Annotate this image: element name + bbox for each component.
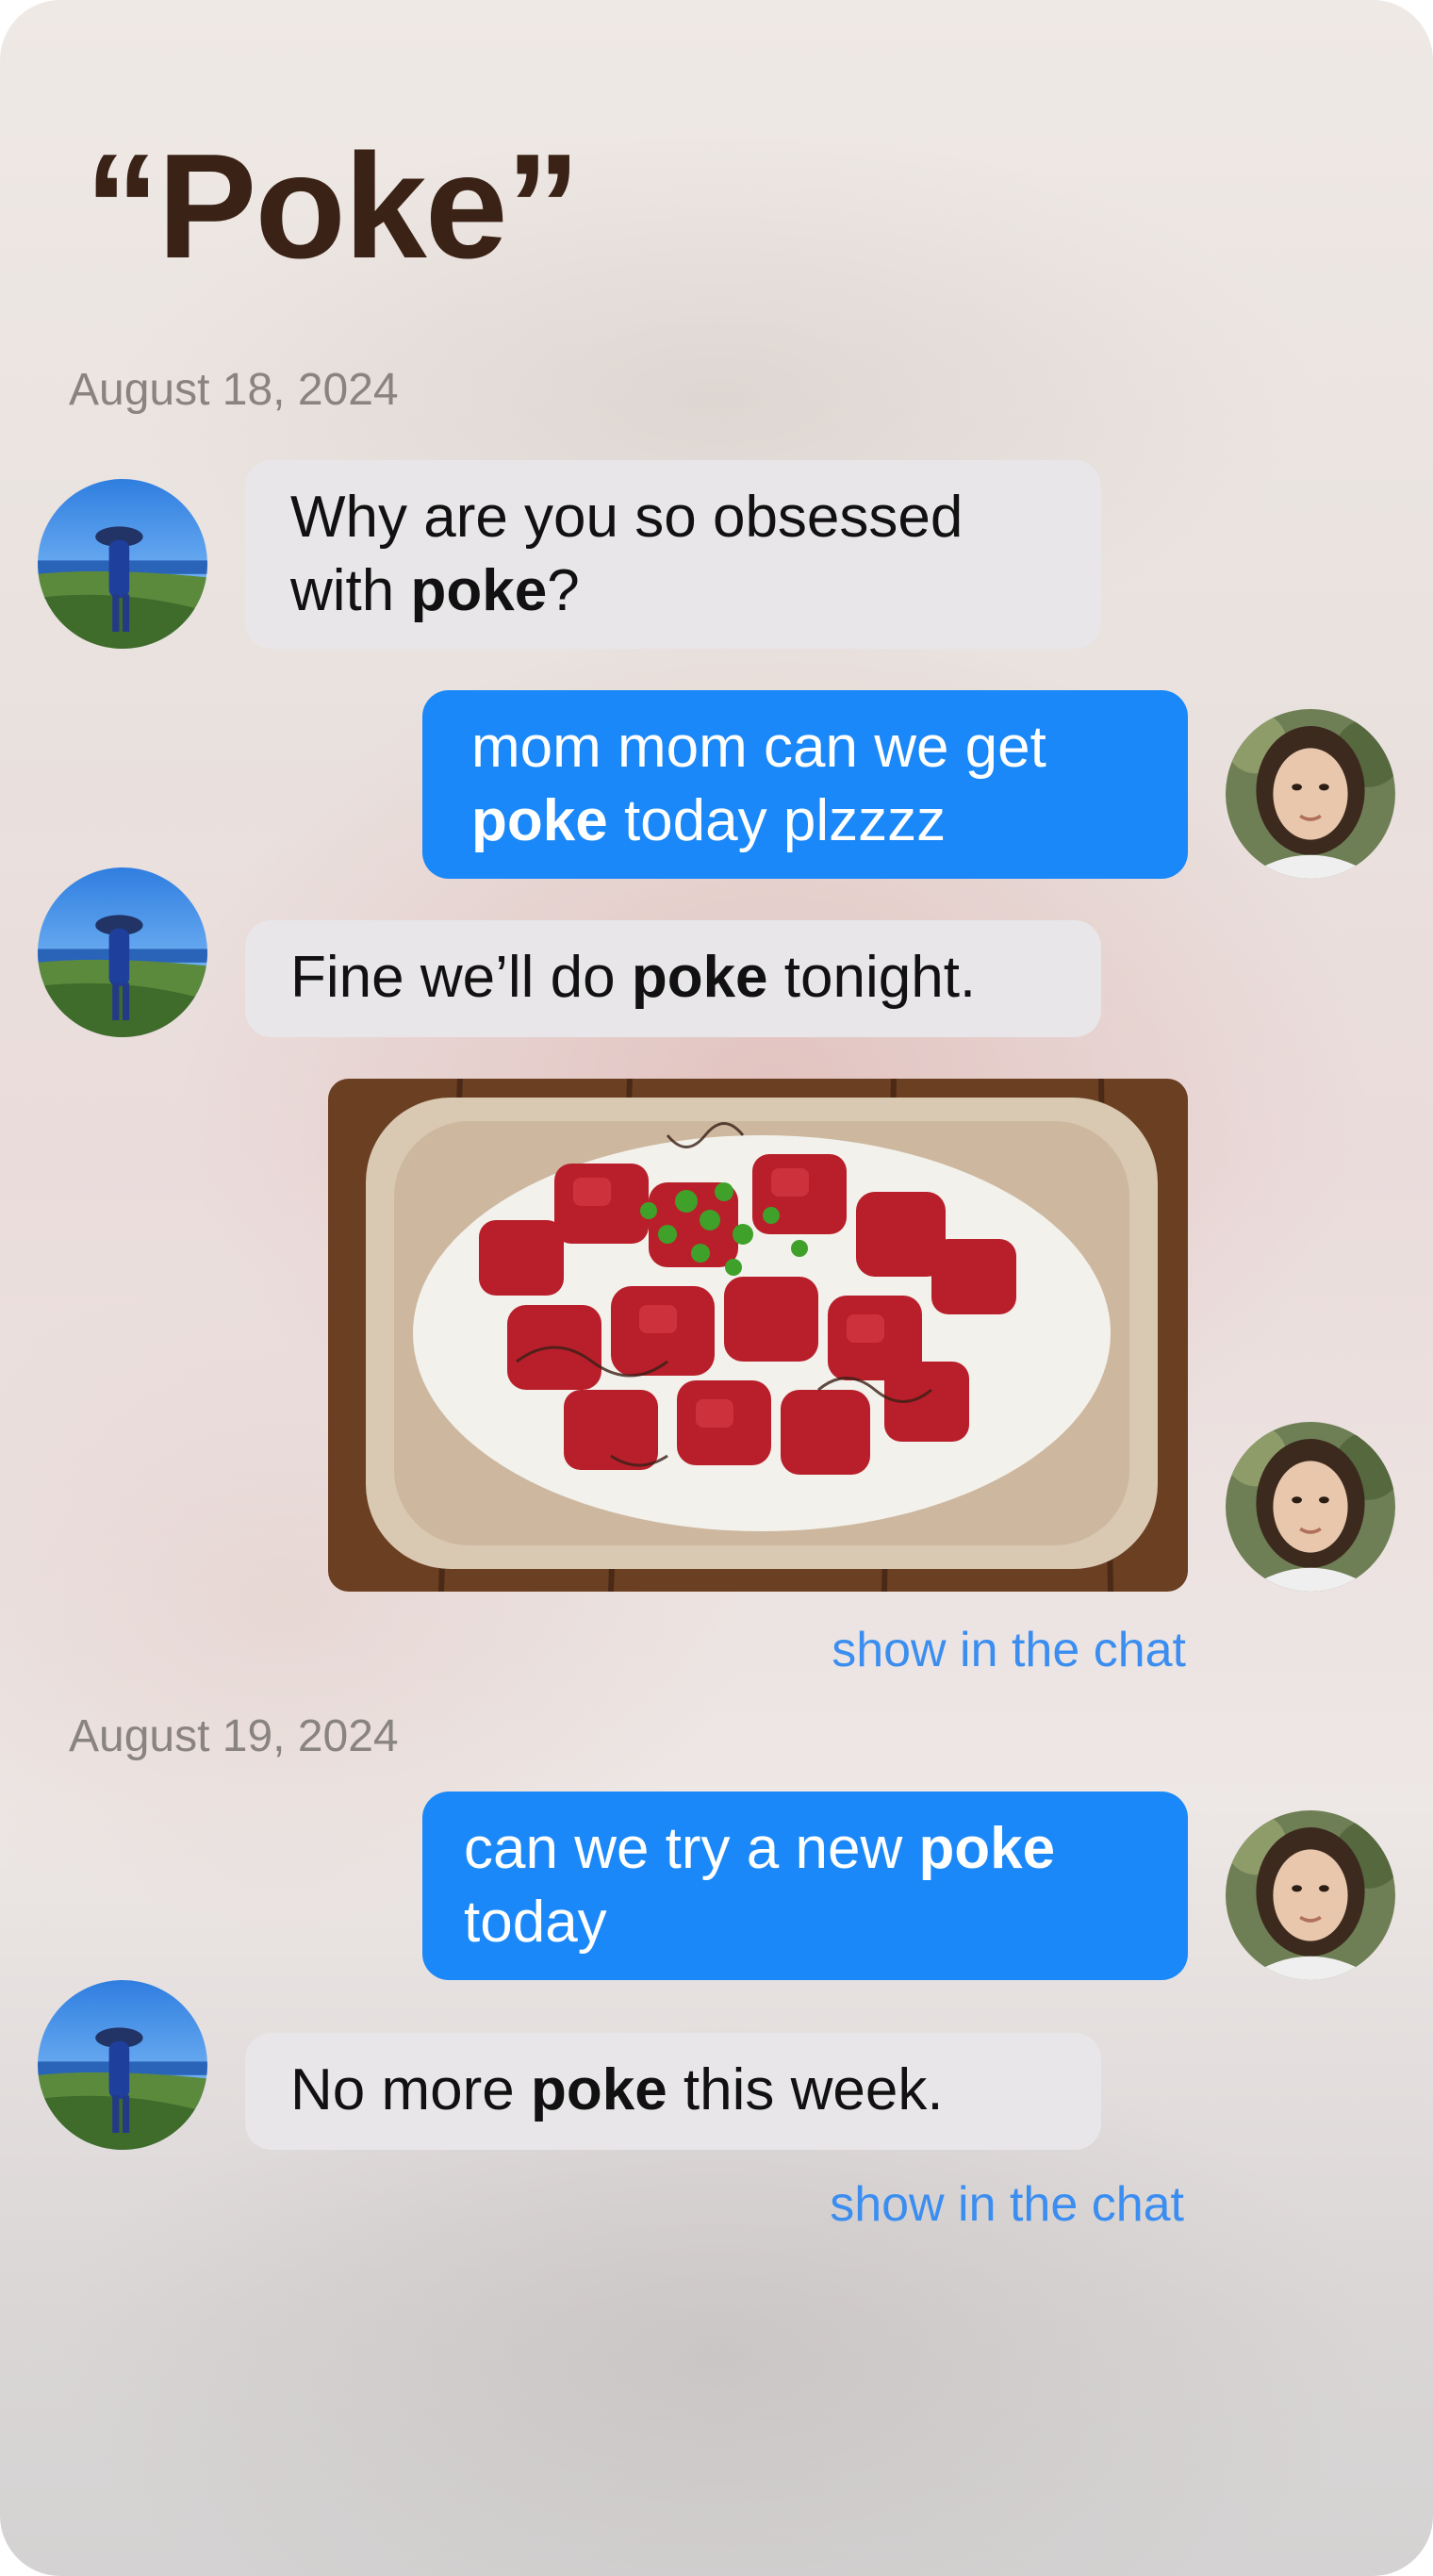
message-bubble-outgoing[interactable]: can we try a new poke today [422, 1792, 1188, 1980]
user-avatar-image [1226, 1810, 1395, 1980]
message-text: ? [547, 558, 580, 623]
message-text: Fine we’ll do [290, 945, 632, 1010]
message-text: today plzzzz [607, 788, 947, 853]
message-text: can we try a new [464, 1816, 919, 1881]
search-keyword-highlight: poke [530, 2057, 667, 2122]
message-text: No more [290, 2057, 531, 2122]
date-header: August 18, 2024 [69, 365, 399, 415]
search-keyword-highlight: poke [631, 945, 768, 1010]
poke-bowl-image [328, 1079, 1188, 1592]
show-in-chat-link[interactable]: show in the chat [830, 2176, 1184, 2233]
user-avatar[interactable] [1226, 1810, 1395, 1980]
user-avatar[interactable] [1226, 709, 1395, 879]
search-keyword-highlight: poke [918, 1816, 1056, 1881]
date-header: August 19, 2024 [69, 1711, 399, 1761]
message-bubble-incoming[interactable]: Why are you so obsessed with poke? [245, 460, 1101, 649]
user-avatar-image [1226, 709, 1395, 879]
user-avatar[interactable] [1226, 1422, 1395, 1592]
message-bubble-incoming[interactable]: No more poke this week. [245, 2033, 1101, 2150]
contact-avatar[interactable] [38, 1980, 207, 2150]
contact-avatar[interactable] [38, 479, 207, 649]
message-bubble-incoming[interactable]: Fine we’ll do poke tonight. [245, 920, 1101, 1037]
poke-bowl-photo[interactable] [328, 1079, 1188, 1592]
search-results-screen: “Poke” August 18, 2024 Why are you so ob… [0, 0, 1433, 2576]
contact-avatar-image [38, 479, 207, 649]
message-text: mom mom can we get [471, 715, 1046, 780]
page-title: “Poke” [85, 124, 581, 289]
message-text: tonight. [767, 945, 977, 1010]
message-text: Why are you so obsessed with [290, 485, 964, 623]
message-bubble-outgoing[interactable]: mom mom can we get poke today plzzzz [422, 690, 1188, 879]
contact-avatar[interactable] [38, 867, 207, 1037]
user-avatar-image [1226, 1422, 1395, 1592]
search-keyword-highlight: poke [471, 788, 608, 853]
search-keyword-highlight: poke [410, 558, 548, 623]
contact-avatar-image [38, 1980, 207, 2150]
message-text: this week. [667, 2057, 944, 2122]
show-in-chat-link[interactable]: show in the chat [832, 1622, 1186, 1678]
message-text: today [464, 1890, 607, 1955]
contact-avatar-image [38, 867, 207, 1037]
